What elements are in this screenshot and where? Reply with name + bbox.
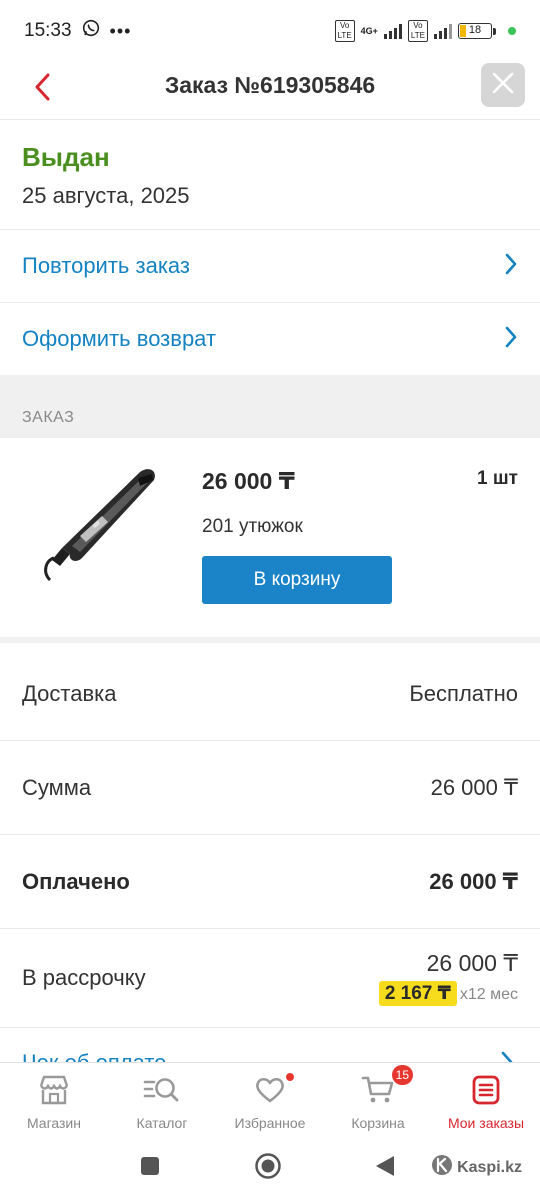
delivery-row: Доставка Бесплатно	[0, 647, 540, 741]
installment-row: В рассрочку 26 000 ₸ 2 167 ₸ x12 мес	[0, 929, 540, 1028]
page-title: Заказ №619305846	[164, 72, 376, 98]
section-header: ЗАКАЗ	[0, 375, 540, 438]
repeat-order-row[interactable]: Повторить заказ	[0, 230, 540, 303]
favorites-badge-dot	[284, 1071, 296, 1083]
tab-catalog-label: Каталог	[136, 1115, 188, 1131]
orders-icon	[472, 1073, 500, 1107]
sum-label: Сумма	[22, 774, 92, 800]
installment-term: x12 мес	[459, 986, 518, 1003]
watermark-text: Kaspi.kz	[457, 1158, 522, 1176]
installment-values: 26 000 ₸ 2 167 ₸ x12 мес	[378, 950, 518, 1006]
installment-total: 26 000 ₸	[426, 950, 518, 976]
network-type: 4G+	[360, 26, 378, 36]
battery-level: 18	[458, 23, 492, 39]
tab-favorites[interactable]: Избранное	[216, 1063, 324, 1140]
delivery-label: Доставка	[22, 680, 117, 706]
home-button[interactable]	[254, 1152, 282, 1185]
return-order-label: Оформить возврат	[22, 326, 217, 351]
battery-icon: 18	[458, 23, 496, 39]
order-date: 25 августа, 2025	[22, 183, 190, 208]
tab-my-orders[interactable]: Мои заказы	[432, 1063, 540, 1140]
section-label: ЗАКАЗ	[22, 409, 75, 426]
status-right: Vo LTE 4G+ Vo LTE 18	[334, 20, 516, 42]
product-card: 26 000 ₸ 1 шт 201 утюжок В корзину	[0, 438, 540, 643]
status-bar: 15:33 ••• Vo LTE 4G+ Vo LTE 18	[0, 0, 540, 62]
delivery-value: Бесплатно	[409, 680, 518, 706]
installment-label: В рассрочку	[22, 965, 146, 990]
privacy-dot-icon	[508, 27, 516, 35]
paid-label: Оплачено	[22, 868, 130, 894]
kaspi-logo-icon	[431, 1154, 453, 1181]
chevron-right-icon	[504, 252, 518, 281]
installment-monthly-line: 2 167 ₸ x12 мес	[378, 981, 518, 1006]
volte-icon-2: Vo LTE	[407, 20, 428, 42]
chevron-right-icon	[504, 325, 518, 354]
volte-icon: Vo LTE	[334, 20, 355, 42]
system-navigation-bar: Kaspi.kz	[0, 1140, 540, 1200]
heart-icon	[254, 1071, 296, 1107]
tab-favorites-label: Избранное	[234, 1115, 306, 1131]
cart-icon: 15	[361, 1065, 413, 1107]
tab-cart[interactable]: 15 Корзина	[324, 1063, 432, 1140]
paid-value: 26 000 ₸	[429, 868, 518, 894]
catalog-search-icon	[143, 1073, 181, 1107]
recent-apps-button[interactable]	[140, 1156, 160, 1181]
more-dots-icon: •••	[109, 20, 132, 41]
sum-row: Сумма 26 000 ₸	[0, 741, 540, 835]
return-order-row[interactable]: Оформить возврат	[0, 303, 540, 376]
tab-my-orders-label: Мои заказы	[447, 1115, 525, 1131]
signal-icon	[383, 23, 402, 39]
tab-catalog[interactable]: Каталог	[108, 1063, 216, 1140]
bottom-tab-bar: Магазин Каталог Избранное 15 Корзина Мои…	[0, 1062, 540, 1140]
sum-value: 26 000 ₸	[430, 774, 518, 800]
tab-shop-label: Магазин	[26, 1115, 81, 1131]
status-time: 15:33	[24, 20, 72, 41]
repeat-order-label: Повторить заказ	[22, 253, 190, 278]
shop-icon	[37, 1073, 71, 1107]
order-status-block: Выдан 25 августа, 2025	[0, 120, 540, 230]
close-icon	[492, 72, 514, 99]
installment-monthly-chip: 2 167 ₸	[378, 981, 457, 1006]
product-quantity: 1 шт	[477, 468, 518, 489]
close-button[interactable]	[481, 63, 525, 107]
app-header: Заказ №619305846	[0, 62, 540, 120]
tab-cart-label: Корзина	[351, 1115, 405, 1131]
product-price: 26 000 ₸	[202, 468, 295, 494]
product-image[interactable]	[40, 460, 170, 590]
order-status: Выдан	[22, 142, 110, 172]
whatsapp-icon	[82, 19, 100, 43]
add-to-cart-button[interactable]: В корзину	[202, 556, 392, 604]
kaspi-watermark: Kaspi.kz	[431, 1154, 522, 1181]
tab-shop[interactable]: Магазин	[0, 1063, 108, 1140]
product-name[interactable]: 201 утюжок	[202, 516, 303, 538]
cart-badge: 15	[391, 1065, 413, 1085]
paid-row: Оплачено 26 000 ₸	[0, 835, 540, 929]
back-nav-button[interactable]	[374, 1154, 396, 1183]
signal-icon-2	[434, 23, 452, 39]
